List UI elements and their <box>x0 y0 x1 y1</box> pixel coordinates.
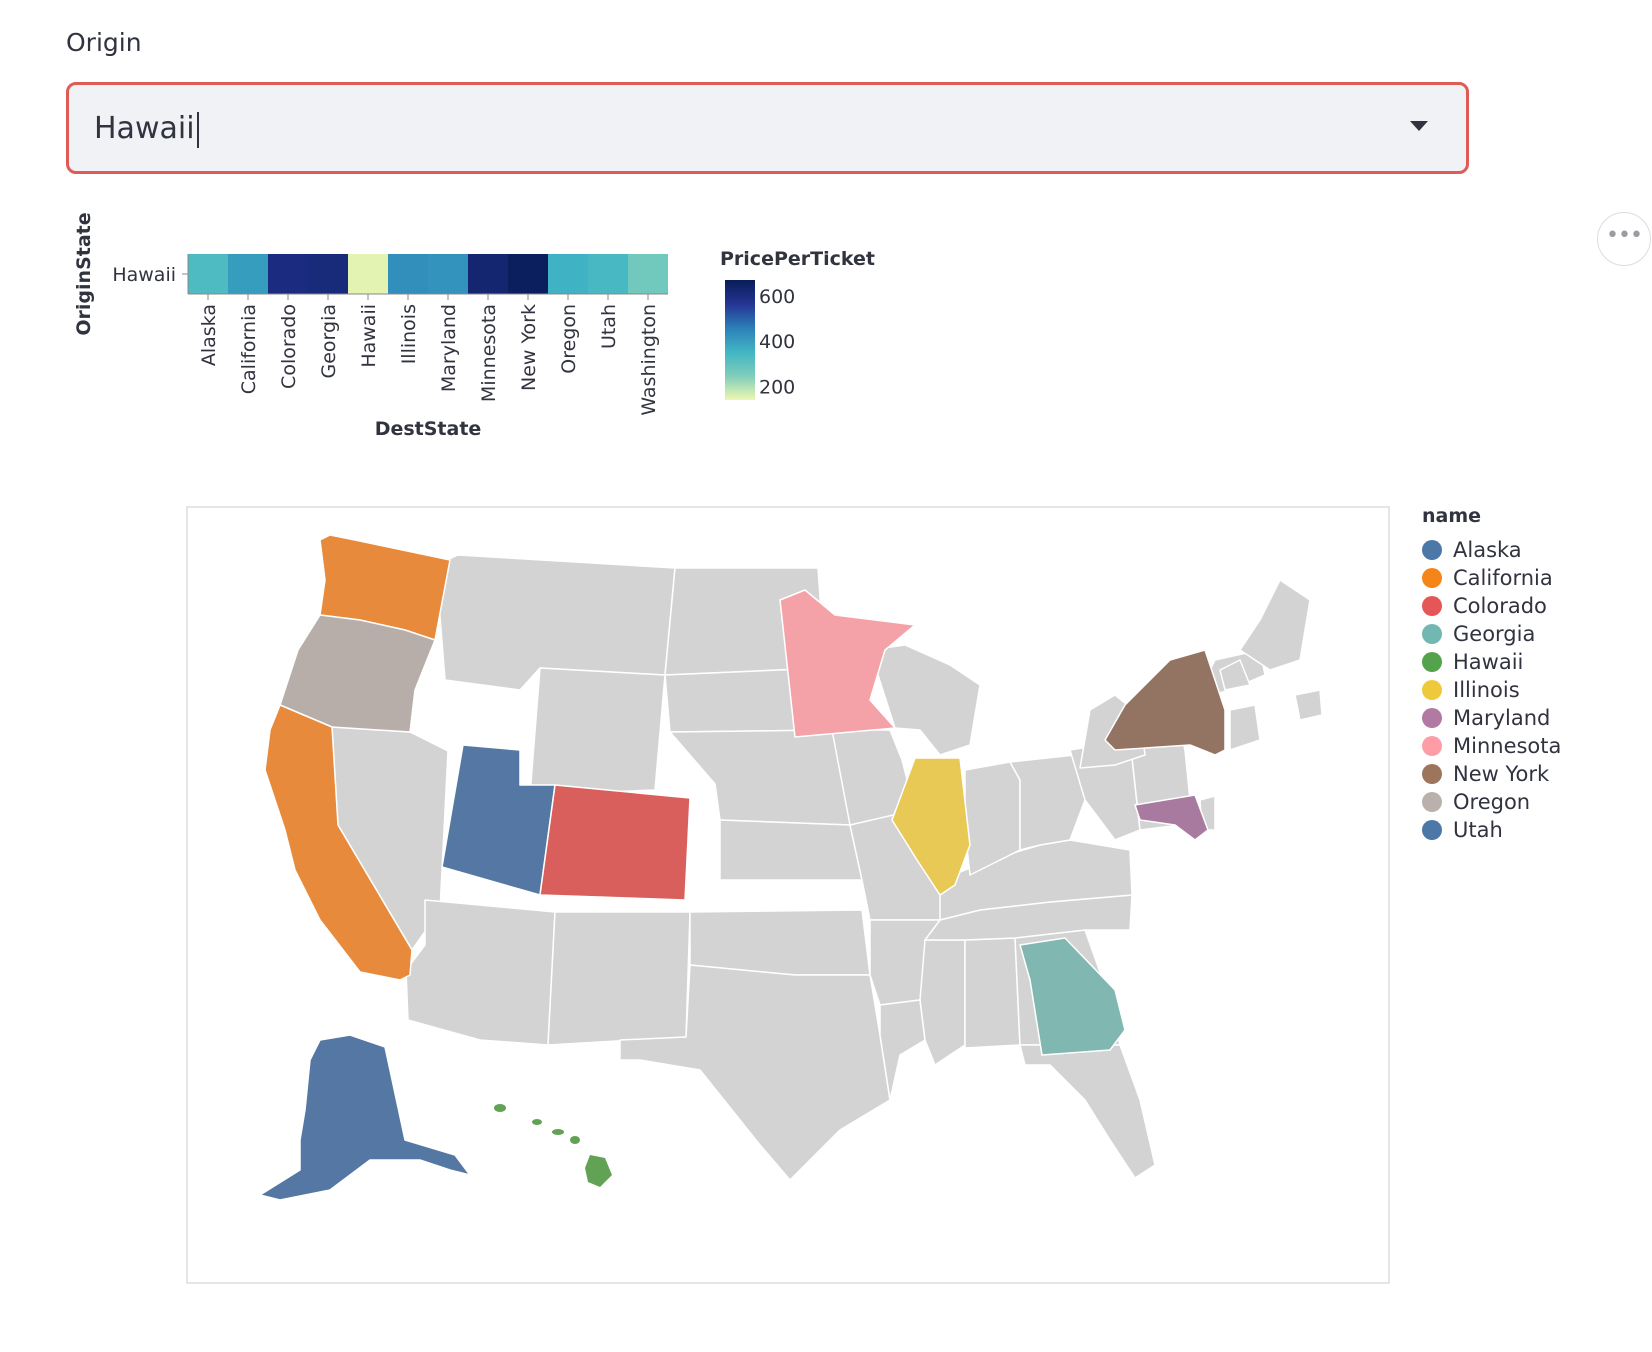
us-map-chart <box>186 506 1390 1284</box>
y-tick-label: Hawaii <box>112 264 176 286</box>
legend-swatch <box>1422 764 1442 784</box>
legend-swatch <box>1422 540 1442 560</box>
legend-entry-label: Alaska <box>1453 538 1522 562</box>
legend-swatch <box>1422 680 1442 700</box>
legend-swatch <box>1422 792 1442 812</box>
legend-swatch <box>1422 708 1442 728</box>
heatmap-cell <box>588 254 628 294</box>
color-legend-tick: 200 <box>759 376 795 398</box>
origin-label: Origin <box>66 28 142 57</box>
heatmap-cell <box>508 254 548 294</box>
y-axis-title: OriginState <box>73 212 95 335</box>
heatmap-cell <box>188 254 228 294</box>
heatmap-cell <box>628 254 668 294</box>
x-tick-label: Washington <box>638 304 660 416</box>
legend-entry-label: Maryland <box>1453 706 1550 730</box>
color-legend-tick: 400 <box>759 331 795 353</box>
x-tick-label: Georgia <box>318 304 340 379</box>
x-tick-label: New York <box>518 304 540 391</box>
legend-swatch <box>1422 624 1442 644</box>
x-tick-label: Minnesota <box>478 304 500 402</box>
legend-entry-label: New York <box>1453 762 1550 786</box>
heatmap-cell <box>308 254 348 294</box>
heatmap-cell <box>388 254 428 294</box>
heatmap-cell <box>228 254 268 294</box>
x-axis-title: DestState <box>375 418 482 440</box>
x-tick-label: Utah <box>598 304 620 349</box>
origin-select-value[interactable]: Hawaii <box>94 111 199 148</box>
color-legend-title: PricePerTicket <box>720 248 875 270</box>
x-tick-label: Maryland <box>438 304 460 392</box>
x-tick-label: Oregon <box>558 304 580 374</box>
heatmap-cell <box>428 254 468 294</box>
color-legend-bar <box>725 280 755 400</box>
x-tick-label: Illinois <box>398 304 420 364</box>
color-legend-tick: 600 <box>759 286 795 308</box>
heatmap-cell <box>348 254 388 294</box>
heatmap-cell <box>468 254 508 294</box>
legend-entry-label: Hawaii <box>1453 650 1523 674</box>
legend-entry-label: Minnesota <box>1453 734 1561 758</box>
map-legend: name Alaska California Colorado Georgia Hawai… <box>1422 505 1561 840</box>
text-caret <box>196 111 199 148</box>
legend-entry-label: Utah <box>1453 818 1503 840</box>
x-tick-label: California <box>238 304 260 394</box>
origin-select[interactable]: Hawaii <box>66 82 1469 174</box>
legend-swatch <box>1422 652 1442 672</box>
legend-swatch <box>1422 820 1442 840</box>
map-legend-title: name <box>1422 505 1481 527</box>
legend-swatch <box>1422 568 1442 588</box>
legend-swatch <box>1422 736 1442 756</box>
x-tick-label: Colorado <box>278 304 300 389</box>
legend-entry-label: Oregon <box>1453 790 1530 814</box>
state-colorado <box>539 784 691 901</box>
legend-entry-label: Colorado <box>1453 594 1547 618</box>
x-tick-label: Hawaii <box>358 304 380 368</box>
x-tick-label: Alaska <box>198 304 220 366</box>
legend-entry-label: Georgia <box>1453 622 1535 646</box>
heatmap-chart: Alaska California Colorado Georgia Hawaii Ill… <box>73 212 875 440</box>
legend-swatch <box>1422 596 1442 616</box>
chevron-down-icon[interactable] <box>1410 121 1428 131</box>
heatmap-cell <box>548 254 588 294</box>
more-options-button[interactable]: ••• <box>1597 212 1651 266</box>
heatmap-cell <box>268 254 308 294</box>
legend-entry-label: Illinois <box>1453 678 1520 702</box>
legend-entry-label: California <box>1453 566 1553 590</box>
